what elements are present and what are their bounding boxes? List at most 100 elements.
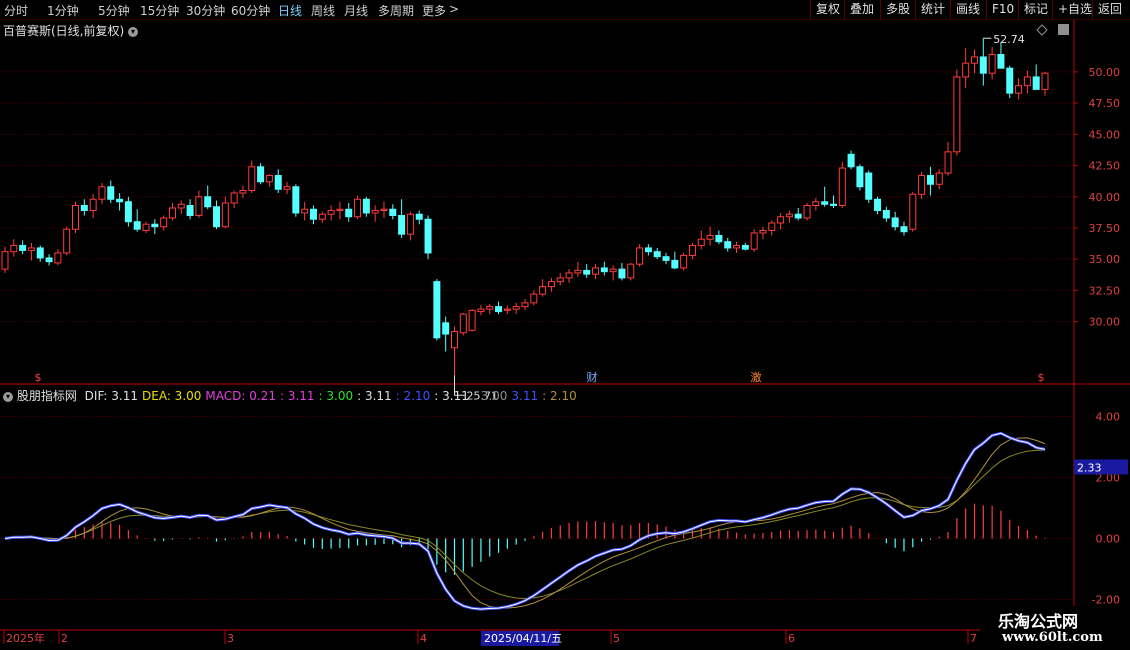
candle[interactable] — [680, 254, 688, 269]
candle[interactable] — [389, 208, 397, 216]
candle[interactable] — [292, 186, 300, 214]
candle[interactable] — [750, 232, 758, 250]
candle[interactable] — [503, 308, 511, 311]
candle[interactable] — [662, 256, 670, 261]
candle[interactable] — [838, 167, 846, 206]
candle[interactable] — [160, 217, 168, 228]
candle[interactable] — [63, 228, 71, 254]
candle[interactable] — [398, 214, 406, 235]
candle[interactable] — [45, 257, 53, 263]
candle[interactable] — [424, 218, 432, 254]
candle[interactable] — [380, 208, 388, 211]
candle[interactable] — [636, 247, 644, 265]
candle[interactable] — [724, 241, 732, 249]
candle[interactable] — [847, 153, 855, 168]
candle[interactable] — [406, 213, 414, 235]
candle[interactable] — [821, 201, 829, 205]
candle[interactable] — [213, 206, 221, 228]
candle[interactable] — [882, 209, 890, 219]
candle[interactable] — [688, 244, 696, 256]
candle[interactable] — [574, 269, 582, 274]
candle[interactable] — [433, 281, 441, 339]
candle[interactable] — [856, 166, 864, 188]
candle[interactable] — [477, 308, 485, 313]
candle[interactable] — [230, 192, 238, 204]
candle[interactable] — [459, 313, 467, 334]
candle[interactable] — [671, 259, 679, 269]
candle[interactable] — [997, 53, 1005, 69]
candle[interactable] — [609, 268, 617, 273]
candle[interactable] — [565, 272, 573, 279]
candle[interactable] — [653, 251, 661, 258]
candle[interactable] — [142, 223, 150, 231]
candle[interactable] — [124, 201, 132, 223]
candle[interactable] — [36, 247, 44, 259]
chevron-down-icon[interactable]: ▾ — [128, 26, 139, 37]
candle[interactable] — [627, 263, 635, 279]
candle[interactable] — [979, 56, 987, 74]
candle[interactable] — [715, 234, 723, 243]
candle[interactable] — [186, 204, 194, 216]
chevron-down-icon[interactable]: ▾ — [3, 391, 13, 402]
candle[interactable] — [521, 302, 529, 308]
candle[interactable] — [89, 198, 97, 211]
candle[interactable] — [354, 198, 362, 218]
candle[interactable] — [1006, 67, 1014, 94]
candle[interactable] — [257, 166, 265, 183]
candle[interactable] — [221, 202, 229, 228]
candle[interactable] — [944, 151, 952, 174]
candle[interactable] — [177, 203, 185, 209]
candle[interactable] — [900, 226, 908, 233]
candle[interactable] — [733, 244, 741, 249]
candle[interactable] — [327, 209, 335, 215]
kline-chart[interactable]: 50.0047.5045.0042.5040.0037.5035.0032.50… — [0, 0, 1130, 650]
candle[interactable] — [371, 209, 379, 214]
candle[interactable] — [1032, 76, 1040, 90]
candle[interactable] — [891, 217, 899, 228]
candle[interactable] — [336, 208, 344, 211]
candle[interactable] — [309, 208, 317, 220]
candle[interactable] — [151, 223, 159, 228]
candle[interactable] — [706, 234, 714, 240]
candle[interactable] — [618, 268, 626, 279]
candle[interactable] — [794, 213, 802, 219]
candle[interactable] — [918, 175, 926, 195]
candle[interactable] — [27, 247, 35, 251]
candle[interactable] — [962, 62, 970, 78]
candle[interactable] — [785, 213, 793, 218]
candle[interactable] — [265, 175, 273, 183]
candle[interactable] — [10, 244, 18, 253]
candle[interactable] — [970, 56, 978, 64]
candle[interactable] — [741, 244, 749, 250]
candle[interactable] — [204, 196, 212, 208]
candle[interactable] — [362, 198, 370, 214]
window-icon[interactable] — [1058, 24, 1069, 35]
candle[interactable] — [98, 186, 106, 200]
candle[interactable] — [80, 204, 88, 211]
indicator-name[interactable]: 股朋指标网 — [17, 389, 77, 403]
candle[interactable] — [874, 198, 882, 211]
candle[interactable] — [600, 267, 608, 273]
candle[interactable] — [953, 76, 961, 153]
candle[interactable] — [865, 172, 873, 200]
candle[interactable] — [107, 186, 115, 200]
candle[interactable] — [812, 201, 820, 206]
candle[interactable] — [486, 306, 494, 310]
candle[interactable] — [1023, 76, 1031, 87]
candle[interactable] — [415, 213, 423, 220]
diamond-icon[interactable] — [1036, 24, 1048, 36]
candle[interactable] — [19, 244, 27, 251]
candle[interactable] — [530, 293, 538, 304]
candle[interactable] — [239, 190, 247, 194]
candle[interactable] — [283, 186, 291, 190]
candle[interactable] — [829, 203, 837, 206]
candle[interactable] — [345, 208, 353, 218]
candle[interactable] — [759, 229, 767, 234]
stock-title[interactable]: 百普赛斯(日线,前复权) — [3, 24, 124, 38]
candle[interactable] — [512, 306, 520, 310]
candle[interactable] — [1, 251, 9, 270]
candle[interactable] — [1041, 72, 1049, 90]
candle[interactable] — [935, 172, 943, 185]
candle[interactable] — [168, 207, 176, 219]
candle[interactable] — [468, 309, 476, 331]
